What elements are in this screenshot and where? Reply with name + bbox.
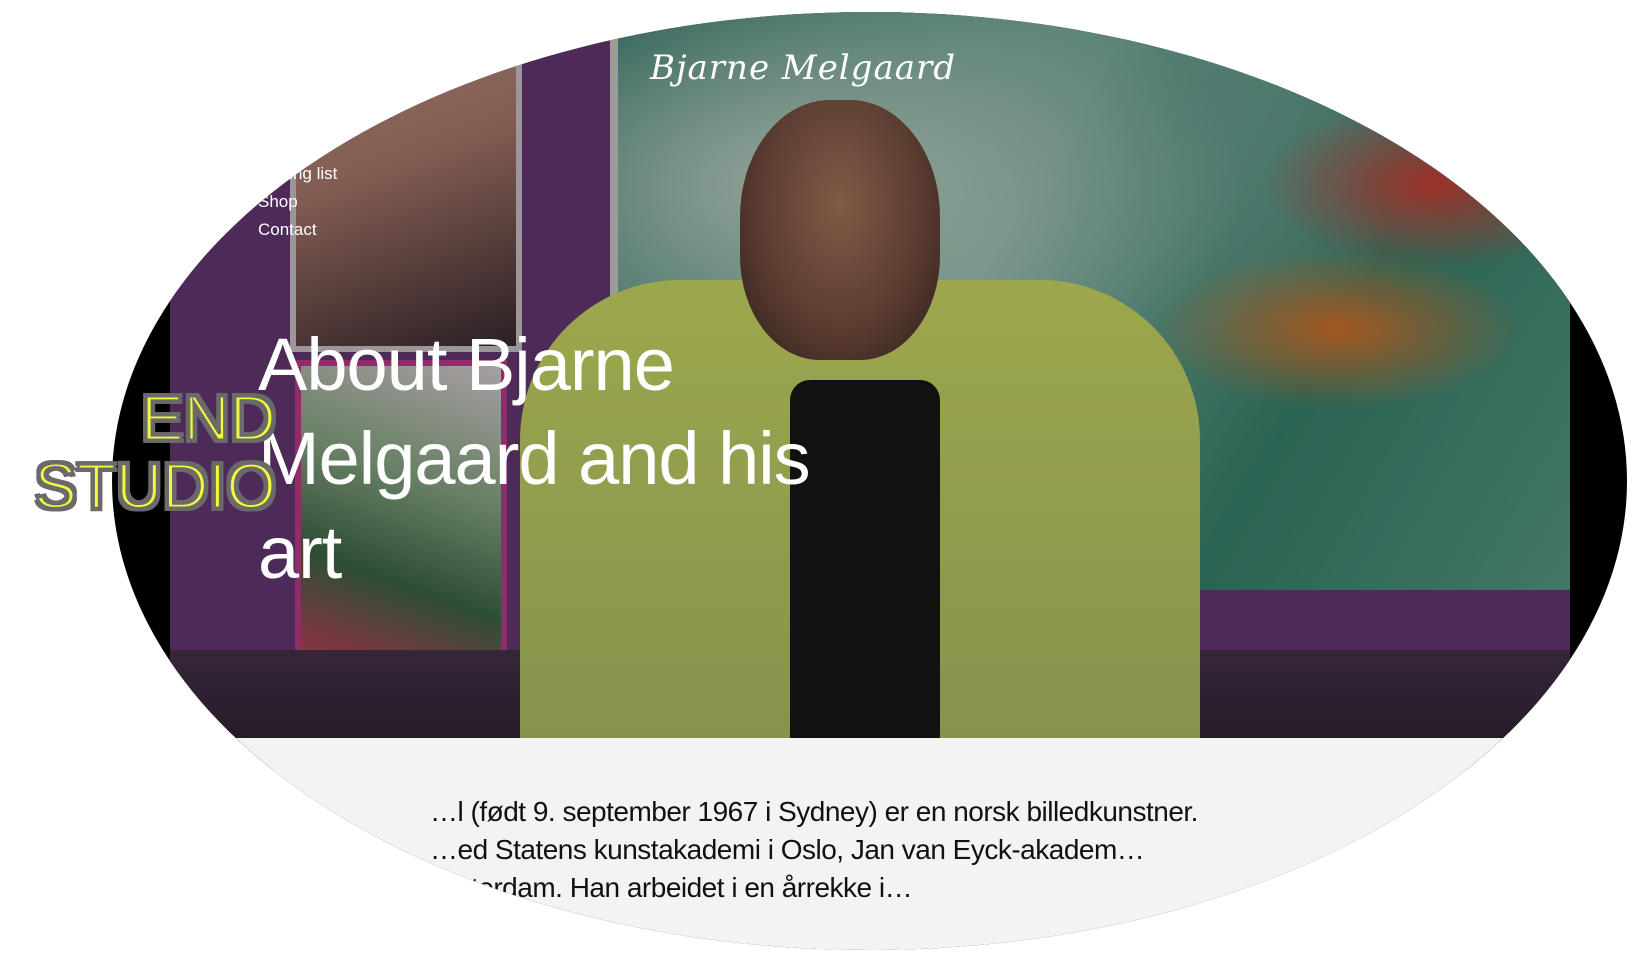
content-section: …l (født 9. september 1967 i Sydney) er …	[112, 738, 1627, 950]
logo-line-end: END	[139, 382, 277, 454]
nav-item-works[interactable]: Works	[258, 132, 337, 160]
site-logo[interactable]: Bjarne Melgaard	[650, 48, 956, 88]
nav-item-exhibitions[interactable]: …ns	[258, 76, 337, 104]
paragraph-line: …sterdam. Han arbeidet i en årrekke i…	[430, 872, 913, 903]
paragraph-line: …ed Statens kunstakademi i Oslo, Jan van…	[430, 834, 1145, 865]
page-title: About Bjarne Melgaard and his art	[258, 323, 811, 594]
logo-line-studio: STUDIO	[33, 450, 278, 522]
nav-item-news[interactable]: …ews	[258, 104, 337, 132]
nav-item-mailing-list[interactable]: Mailing list	[258, 160, 337, 188]
screenshot-viewport: Bjarne Melgaard …ns …ews Works Mailing l…	[112, 12, 1627, 950]
website: Bjarne Melgaard …ns …ews Works Mailing l…	[112, 12, 1627, 950]
paragraph-line: …l (født 9. september 1967 i Sydney) er …	[430, 796, 1198, 827]
main-nav: …ns …ews Works Mailing list Shop Contact	[258, 76, 337, 244]
nav-item-contact[interactable]: Contact	[258, 216, 337, 244]
nav-item-shop[interactable]: Shop	[258, 188, 337, 216]
end-studio-logo: END STUDIO	[14, 382, 278, 522]
intro-paragraph: …l (født 9. september 1967 i Sydney) er …	[430, 793, 1390, 907]
